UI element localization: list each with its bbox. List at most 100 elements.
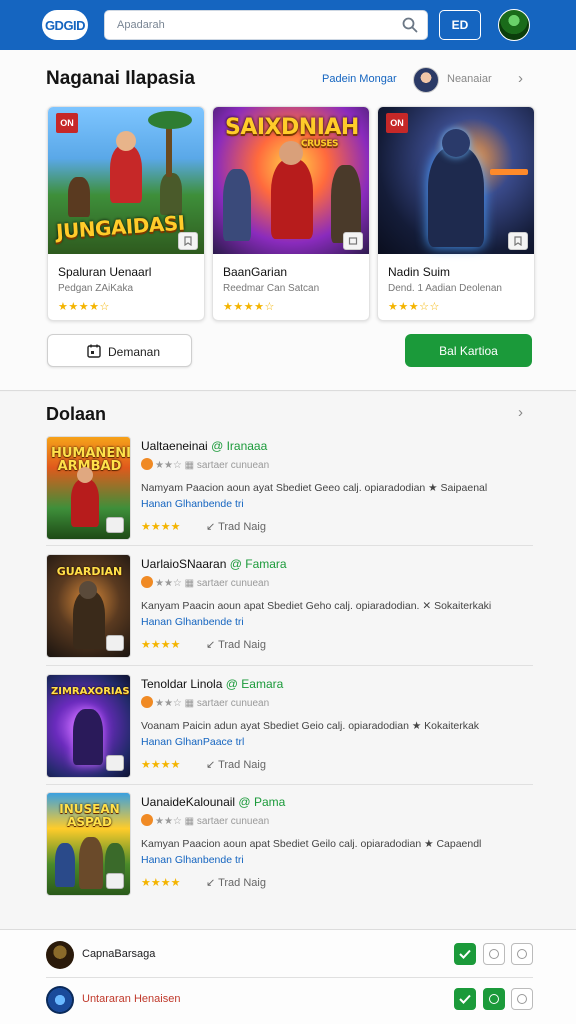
item-title: UarlaioSNaaran @ Famara xyxy=(141,557,287,571)
check-icon xyxy=(459,949,471,959)
bottom-row-label: Untararan Henaisen xyxy=(82,993,181,1005)
card-subtitle: Dend. 1 Aadian Deolenan xyxy=(388,283,502,294)
trend-label: ↙ Trad Naig xyxy=(206,639,266,651)
on-badge: ON xyxy=(56,113,78,133)
option-toggle[interactable] xyxy=(483,988,505,1010)
thumbnail-title: INUSEAN ASPAD xyxy=(59,802,120,829)
search-icon[interactable] xyxy=(401,16,419,34)
card-image: ON xyxy=(378,107,534,254)
item-rating: ★★★★ xyxy=(141,759,181,771)
thumbnail-title: ZIMRAXORIAS xyxy=(51,686,130,697)
bottom-row[interactable]: Untararan Henaisen xyxy=(46,982,533,1018)
app-logo[interactable]: GDGID xyxy=(42,10,88,40)
rank-badge-icon xyxy=(141,814,153,826)
bookmark-icon[interactable] xyxy=(106,635,124,651)
card-image: ON JUNGAIDASI xyxy=(48,107,204,254)
search-placeholder: Apadarah xyxy=(117,19,165,31)
item-description: Kamyan Paacion aoun apat Sbediet Geilo c… xyxy=(141,838,482,850)
item-description: Namyam Paacion aoun ayat Sbediet Geeo ca… xyxy=(141,482,488,494)
row-divider xyxy=(46,977,533,978)
card-subtitle: Pedgan ZAiKaka xyxy=(58,283,134,294)
circle-icon xyxy=(517,949,527,959)
section-divider xyxy=(0,390,576,391)
ed-button[interactable]: ED xyxy=(439,10,481,40)
featured-username: Neanaiar xyxy=(447,73,492,85)
game-thumbnail: GUARDIAN xyxy=(46,554,131,658)
bookmark-icon[interactable] xyxy=(508,232,528,250)
item-rating: ★★★★ xyxy=(141,521,181,533)
rank-badge-icon xyxy=(141,458,153,470)
user-avatar[interactable] xyxy=(498,9,530,41)
card-art-title: SAIXDNIAH xyxy=(225,115,359,140)
rank-badge-icon xyxy=(141,696,153,708)
bottom-row[interactable]: CapnaBarsaga xyxy=(46,937,533,973)
list-item[interactable]: INUSEAN ASPAD UanaideKalounail @ Pama ★★… xyxy=(46,792,533,904)
rank-badge-icon xyxy=(141,576,153,588)
bookmark-icon[interactable] xyxy=(106,517,124,533)
bookmark-icon[interactable] xyxy=(106,755,124,771)
trend-label: ↙ Trad Naig xyxy=(206,759,266,771)
item-description: Voanam Paicin adun ayat Sbediet Geio cal… xyxy=(141,720,480,732)
featured-card[interactable]: ON Nadin Suim Dend. 1 Aadian Deolenan ★★… xyxy=(377,106,535,321)
item-meta: ★★☆ ▦ sartaer cunuean xyxy=(141,696,269,709)
item-meta: ★★☆ ▦ sartaer cunuean xyxy=(141,458,269,471)
circle-icon xyxy=(489,994,499,1004)
list-item[interactable]: ZIMRAXORIAS Tenoldar Linola @ Eamara ★★☆… xyxy=(46,674,533,786)
featured-card[interactable]: ON JUNGAIDASI Spaluran Uenaarl Pedgan ZA… xyxy=(47,106,205,321)
row-divider xyxy=(46,784,533,785)
item-description: Kanyam Paacin aoun apat Sbediet Geho cal… xyxy=(141,600,492,612)
item-title: Ualtaeneinai @ Iranaaa xyxy=(141,439,268,453)
circle-icon xyxy=(489,949,499,959)
item-rating: ★★★★ xyxy=(141,877,181,889)
chevron-right-icon[interactable]: › xyxy=(518,404,523,421)
featured-card[interactable]: SAIXDNIAH CRUSES BaanGarian Reedmar Can … xyxy=(212,106,370,321)
game-thumbnail: INUSEAN ASPAD xyxy=(46,792,131,896)
card-rating: ★★★★☆ xyxy=(58,301,110,313)
featured-link[interactable]: Padein Mongar xyxy=(322,73,397,85)
bookmark-icon[interactable] xyxy=(343,232,363,250)
user-mini-avatar[interactable] xyxy=(413,67,439,93)
list-item[interactable]: GUARDIAN UarlaioSNaaran @ Famara ★★☆ ▦ s… xyxy=(46,554,533,666)
item-link[interactable]: Hanan Glhanbende tri xyxy=(141,498,244,510)
avatar xyxy=(46,986,74,1014)
bookmark-icon[interactable] xyxy=(106,873,124,889)
row-divider xyxy=(46,545,533,546)
card-image: SAIXDNIAH CRUSES xyxy=(213,107,369,254)
trend-label: ↙ Trad Naig xyxy=(206,521,266,533)
thumbnail-title: GUARDIAN xyxy=(56,565,123,578)
item-link[interactable]: Hanan Glhanbende tri xyxy=(141,616,244,628)
chevron-right-icon[interactable]: › xyxy=(518,70,523,87)
demanan-label: Demanan xyxy=(108,345,161,359)
option-toggle[interactable] xyxy=(511,988,533,1010)
check-toggle[interactable] xyxy=(454,943,476,965)
on-badge: ON xyxy=(386,113,408,133)
demanan-button[interactable]: Demanan xyxy=(47,334,192,367)
trend-label: ↙ Trad Naig xyxy=(206,877,266,889)
row-divider xyxy=(46,665,533,666)
primary-action-button[interactable]: Bal Kartioa xyxy=(405,334,532,367)
item-link[interactable]: Hanan Glhanbende tri xyxy=(141,854,244,866)
list-title: Dolaan xyxy=(46,404,107,424)
card-rating: ★★★☆☆ xyxy=(388,301,440,313)
check-toggle[interactable] xyxy=(454,988,476,1010)
card-title: BaanGarian xyxy=(223,265,288,279)
circle-icon xyxy=(517,994,527,1004)
item-rating: ★★★★ xyxy=(141,639,181,651)
item-link[interactable]: Hanan GlhanPaace trl xyxy=(141,736,244,748)
top-bar: GDGID Apadarah ED xyxy=(0,0,576,50)
check-icon xyxy=(459,994,471,1004)
item-meta: ★★☆ ▦ sartaer cunuean xyxy=(141,814,269,827)
option-toggle[interactable] xyxy=(511,943,533,965)
search-input[interactable]: Apadarah xyxy=(104,10,428,40)
game-thumbnail: HUMANENIH ARMBAD xyxy=(46,436,131,540)
bookmark-icon[interactable] xyxy=(178,232,198,250)
list-item[interactable]: HUMANENIH ARMBAD Ualtaeneinai @ Iranaaa … xyxy=(46,436,533,548)
option-toggle[interactable] xyxy=(483,943,505,965)
item-meta: ★★☆ ▦ sartaer cunuean xyxy=(141,576,269,589)
card-art-subtitle: CRUSES xyxy=(301,139,338,149)
card-rating: ★★★★☆ xyxy=(223,301,275,313)
game-thumbnail: ZIMRAXORIAS xyxy=(46,674,131,778)
avatar xyxy=(46,941,74,969)
card-subtitle: Reedmar Can Satcan xyxy=(223,283,320,294)
bottom-row-label: CapnaBarsaga xyxy=(82,948,156,960)
